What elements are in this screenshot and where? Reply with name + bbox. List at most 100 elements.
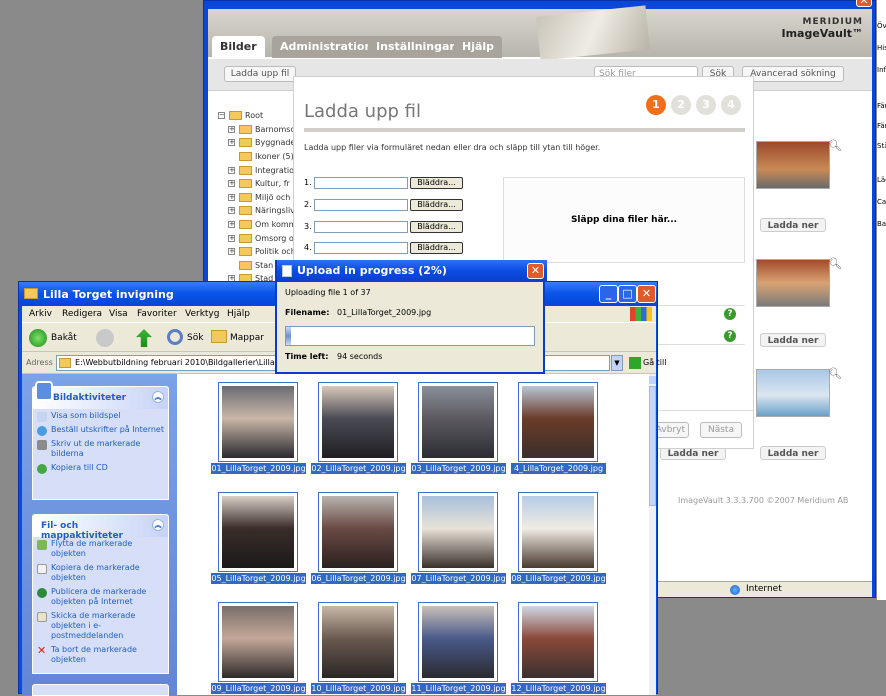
expand-icon[interactable]: + xyxy=(228,139,235,147)
chevron-down-icon[interactable]: ▼ xyxy=(611,355,623,371)
file-item[interactable]: 05_LillaTorget_2009.jpg xyxy=(211,492,306,584)
task-move[interactable]: Flytta de markerade objekten xyxy=(33,537,168,561)
next-button[interactable]: Nästa xyxy=(700,422,742,438)
expand-icon[interactable]: + xyxy=(228,207,235,215)
progress-close-button[interactable]: ✕ xyxy=(527,263,544,279)
image-thumbnail[interactable] xyxy=(756,259,830,307)
go-arrow-icon[interactable] xyxy=(629,357,641,369)
folder-up-icon[interactable] xyxy=(136,329,152,347)
file-thumbnail[interactable] xyxy=(518,382,598,462)
zoom-icon[interactable]: 🔍︎ xyxy=(828,139,842,152)
help-icon[interactable]: ? xyxy=(724,308,736,320)
zoom-icon[interactable]: 🔍︎ xyxy=(828,367,842,380)
file-item[interactable]: 09_LillaTorget_2009.jpg xyxy=(211,602,306,694)
file-item[interactable]: 10_LillaTorget_2009.jpg xyxy=(311,602,406,694)
task-print[interactable]: Skriv ut de markerade bilderna xyxy=(33,437,168,461)
task-copy-cd[interactable]: Kopiera till CD xyxy=(33,461,168,475)
back-arrow-icon[interactable] xyxy=(29,329,47,347)
picture-tasks-header[interactable]: Bildaktiviteter ︽ xyxy=(33,381,168,409)
file-item[interactable]: 12_LillaTorget_2009.jpg xyxy=(511,602,606,694)
tab-hjalp[interactable]: Hjälp xyxy=(454,36,503,58)
progress-titlebar[interactable]: Upload in progress (2%) ✕ xyxy=(277,260,547,282)
file-tasks-header[interactable]: Fil- och mappaktiviteter ︽ xyxy=(33,515,168,541)
folders-icon[interactable] xyxy=(211,330,227,343)
menu-redigera[interactable]: Redigera xyxy=(62,309,102,319)
collapse-chevron-icon[interactable]: ︽ xyxy=(152,519,164,531)
file-item[interactable]: 03_LillaTorget_2009.jpg xyxy=(411,382,506,474)
image-thumbnail[interactable] xyxy=(756,141,830,189)
task-order-prints[interactable]: Beställ utskrifter på Internet xyxy=(33,423,168,437)
task-publish[interactable]: Publicera de markerade objekten på Inter… xyxy=(33,585,168,609)
ie-close-button[interactable]: ✕ xyxy=(856,0,872,7)
tab-installningar[interactable]: Inställningar xyxy=(368,36,463,58)
expand-icon[interactable]: + xyxy=(228,193,235,201)
file-thumbnail[interactable] xyxy=(318,602,398,682)
zoom-icon[interactable]: 🔍︎ xyxy=(828,257,842,270)
expand-icon[interactable]: + xyxy=(228,180,235,188)
search-icon[interactable] xyxy=(167,329,183,345)
expand-icon[interactable]: + xyxy=(228,125,235,133)
collapse-icon[interactable]: − xyxy=(218,112,225,120)
download-button[interactable]: Ladda ner xyxy=(760,446,826,460)
help-icon[interactable]: ? xyxy=(724,330,736,342)
file-thumbnail[interactable] xyxy=(318,382,398,462)
file-thumbnail[interactable] xyxy=(218,382,298,462)
file-item[interactable]: 08_LillaTorget_2009.jpg xyxy=(511,492,606,584)
task-delete[interactable]: ✕ Ta bort de markerade objekten xyxy=(33,643,168,667)
go-button[interactable]: Gå till xyxy=(643,358,666,367)
image-thumbnail[interactable] xyxy=(756,369,830,417)
file-input-1[interactable] xyxy=(314,177,408,189)
file-thumbnail[interactable] xyxy=(518,602,598,682)
file-input-4[interactable] xyxy=(314,242,408,254)
file-item[interactable]: 07_LillaTorget_2009.jpg xyxy=(411,492,506,584)
file-item[interactable]: 01_LillaTorget_2009.jpg xyxy=(211,382,306,474)
maximize-button[interactable]: □ xyxy=(618,285,637,303)
ie-titlebar[interactable] xyxy=(204,1,875,9)
drop-zone[interactable]: Släpp dina filer här... xyxy=(503,177,745,263)
advanced-search-button[interactable]: Avancerad sökning xyxy=(742,66,844,82)
menu-hjalp[interactable]: Hjälp xyxy=(227,309,250,319)
browse-button-3[interactable]: Bläddra... xyxy=(410,221,463,233)
tab-bilder[interactable]: Bilder xyxy=(212,36,265,58)
minimize-button[interactable]: _ xyxy=(599,285,618,303)
forward-arrow-icon[interactable] xyxy=(96,329,114,347)
menu-verktyg[interactable]: Verktyg xyxy=(185,309,219,319)
file-item[interactable]: 4_LillaTorget_2009.jpg xyxy=(511,382,606,474)
expand-icon[interactable]: + xyxy=(228,166,235,174)
file-thumbnail[interactable] xyxy=(218,492,298,572)
task-slideshow[interactable]: Visa som bildspel xyxy=(33,409,168,423)
download-button[interactable]: Ladda ner xyxy=(760,333,826,347)
back-button[interactable]: Bakåt xyxy=(51,333,77,343)
file-thumbnail[interactable] xyxy=(318,492,398,572)
file-item[interactable]: 02_LillaTorget_2009.jpg xyxy=(311,382,406,474)
download-button[interactable]: Ladda ner xyxy=(760,218,826,232)
file-item[interactable]: 06_LillaTorget_2009.jpg xyxy=(311,492,406,584)
file-input-3[interactable] xyxy=(314,221,408,233)
menu-favoriter[interactable]: Favoriter xyxy=(137,309,177,319)
file-thumbnail[interactable] xyxy=(518,492,598,572)
file-thumbnail[interactable] xyxy=(418,492,498,572)
expand-icon[interactable]: + xyxy=(228,221,235,229)
menu-visa[interactable]: Visa xyxy=(109,309,128,319)
vertical-scrollbar[interactable] xyxy=(649,374,656,695)
menu-arkiv[interactable]: Arkiv xyxy=(29,309,52,319)
close-button[interactable]: ✕ xyxy=(637,285,656,303)
file-thumbnail[interactable] xyxy=(218,602,298,682)
task-copy[interactable]: Kopiera de markerade objekten xyxy=(33,561,168,585)
browse-button-1[interactable]: Bläddra... xyxy=(410,177,463,189)
scroll-thumb[interactable] xyxy=(649,386,656,506)
search-button[interactable]: Sök xyxy=(187,333,203,343)
file-thumbnail[interactable] xyxy=(418,382,498,462)
tab-administration[interactable]: Administration xyxy=(272,36,381,58)
folders-button[interactable]: Mappar xyxy=(230,333,264,343)
file-thumbnail[interactable] xyxy=(418,602,498,682)
browse-button-4[interactable]: Bläddra... xyxy=(410,242,463,254)
expand-icon[interactable]: + xyxy=(228,248,235,256)
task-email[interactable]: Skicka de markerade objekten i e-postmed… xyxy=(33,609,168,643)
file-item[interactable]: 11_LillaTorget_2009.jpg xyxy=(411,602,506,694)
upload-file-button[interactable]: Ladda upp fil xyxy=(224,66,296,82)
browse-button-2[interactable]: Bläddra... xyxy=(410,199,463,211)
file-input-2[interactable] xyxy=(314,199,408,211)
expand-icon[interactable]: + xyxy=(228,234,235,242)
scroll-up-arrow[interactable] xyxy=(649,376,656,384)
